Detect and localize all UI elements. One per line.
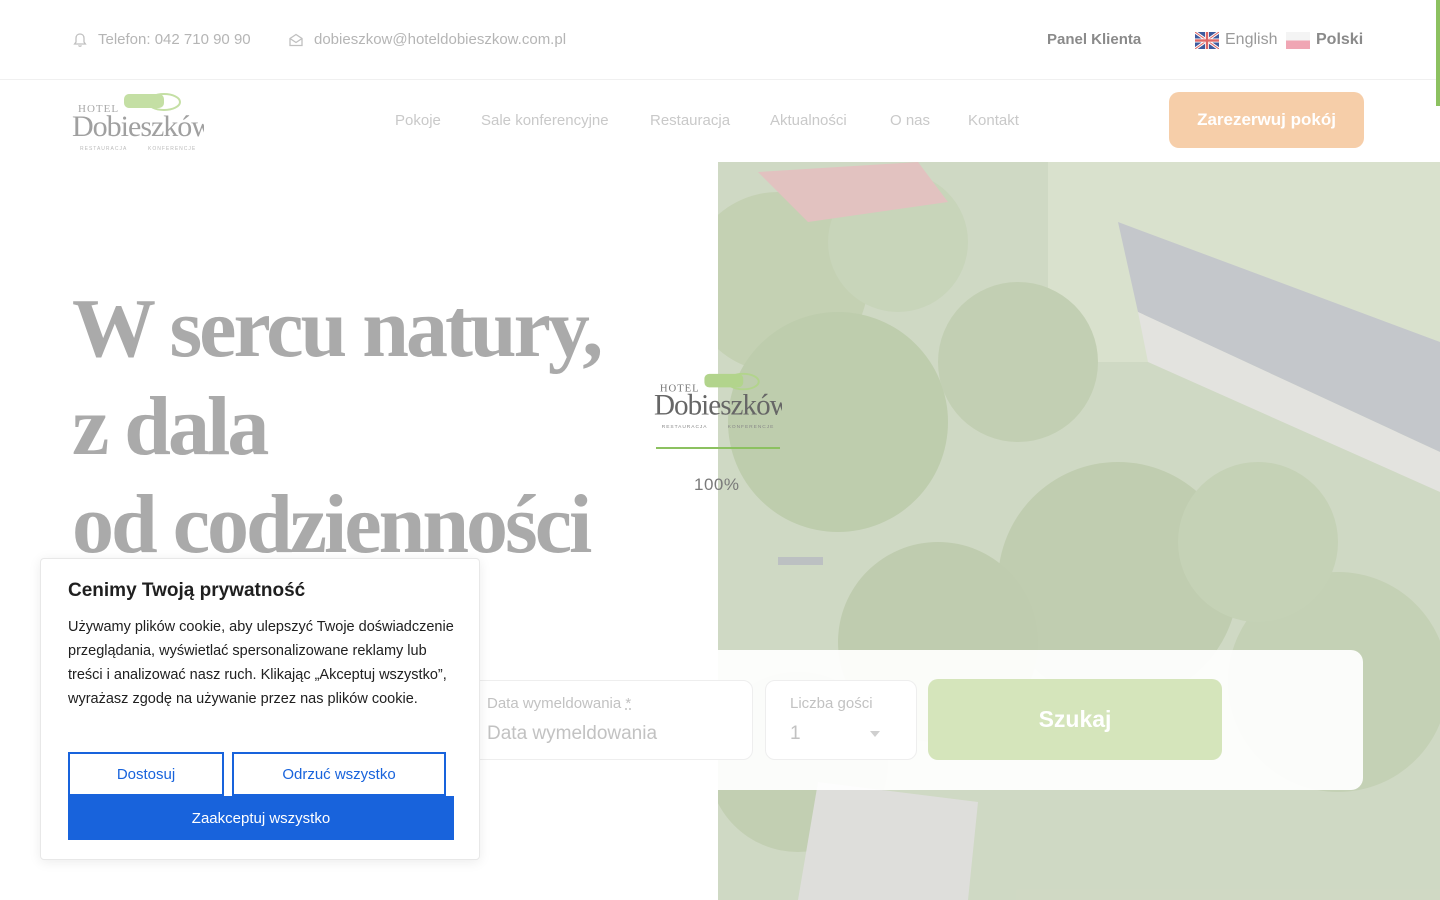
booking-form: Data wymeldowania * Data wymeldowania Li… [443,650,1363,790]
accept-all-button[interactable]: Zaakceptuj wszystko [68,796,454,840]
cookie-title: Cenimy Twoją prywatność [68,580,306,601]
logo-name-text: Dobieszków [72,110,204,143]
english-label: English [1225,31,1278,48]
phone-text: Telefon: 042 710 90 90 [98,31,251,48]
envelope-open-icon [289,33,303,46]
guests-label: Liczba gości [790,695,873,712]
loader-sub-left: RESTAURACJA [662,424,708,430]
bell-icon [73,32,87,47]
guests-select[interactable]: Liczba gości 1 [765,680,917,760]
pl-flag-icon [1286,31,1310,49]
nav-about[interactable]: O nas [890,112,930,129]
loader-progress-bar [656,447,780,449]
cookie-consent-dialog: Cenimy Twoją prywatność Używamy plików c… [40,558,480,860]
hotel-logo[interactable]: HOTEL Dobieszków RESTAURACJA KONFERENCJE [72,88,214,154]
loader-percent: 100% [694,475,740,494]
checkout-label: Data wymeldowania * [487,695,632,712]
uk-flag-icon [1195,31,1219,49]
guests-value: 1 [790,723,801,744]
search-button[interactable]: Szukaj [928,679,1222,760]
language-polish[interactable]: Polski [1286,31,1363,49]
book-room-button[interactable]: Zarezerwuj pokój [1169,92,1364,148]
customize-button[interactable]: Dostosuj [68,752,224,796]
scroll-indicator [1436,0,1440,106]
checkout-date-field[interactable]: Data wymeldowania * Data wymeldowania [462,680,753,760]
hero-line-1: W sercu natury, [72,282,603,375]
top-bar: Telefon: 042 710 90 90 dobieszkow@hoteld… [0,0,1440,80]
nav-restaurant[interactable]: Restauracja [650,112,730,129]
logo-sub-left: RESTAURACJA [80,146,127,152]
nav-contact[interactable]: Kontakt [968,112,1019,129]
loader-sub-right: KONFERENCJE [728,424,775,430]
nav-news[interactable]: Aktualności [770,112,847,129]
phone-contact[interactable]: Telefon: 042 710 90 90 [72,31,251,48]
logo-sub-right: KONFERENCJE [148,146,196,152]
nav-conference-rooms[interactable]: Sale konferencyjne [481,112,609,129]
client-panel-link[interactable]: Panel Klienta [1047,31,1141,48]
chevron-down-icon [870,731,880,737]
hero-line-2: z dala [72,380,269,473]
hero-heading: W sercu natury, z dala od codzienności [72,280,603,574]
nav-rooms[interactable]: Pokoje [395,112,441,129]
cookie-text: Używamy plików cookie, aby ulepszyć Twoj… [68,619,454,707]
polish-label: Polski [1316,31,1364,48]
loader-logo: HOTEL Dobieszków RESTAURACJA KONFERENCJE [654,368,792,432]
language-english[interactable]: English [1195,31,1277,49]
email-text: dobieszkow@hoteldobieszkow.com.pl [314,31,567,48]
reject-all-button[interactable]: Odrzuć wszystko [232,752,446,796]
email-contact[interactable]: dobieszkow@hoteldobieszkow.com.pl [288,31,566,48]
required-marker: * [625,695,632,712]
checkout-input[interactable]: Data wymeldowania [487,723,657,745]
loader-name-text: Dobieszków [654,390,782,422]
